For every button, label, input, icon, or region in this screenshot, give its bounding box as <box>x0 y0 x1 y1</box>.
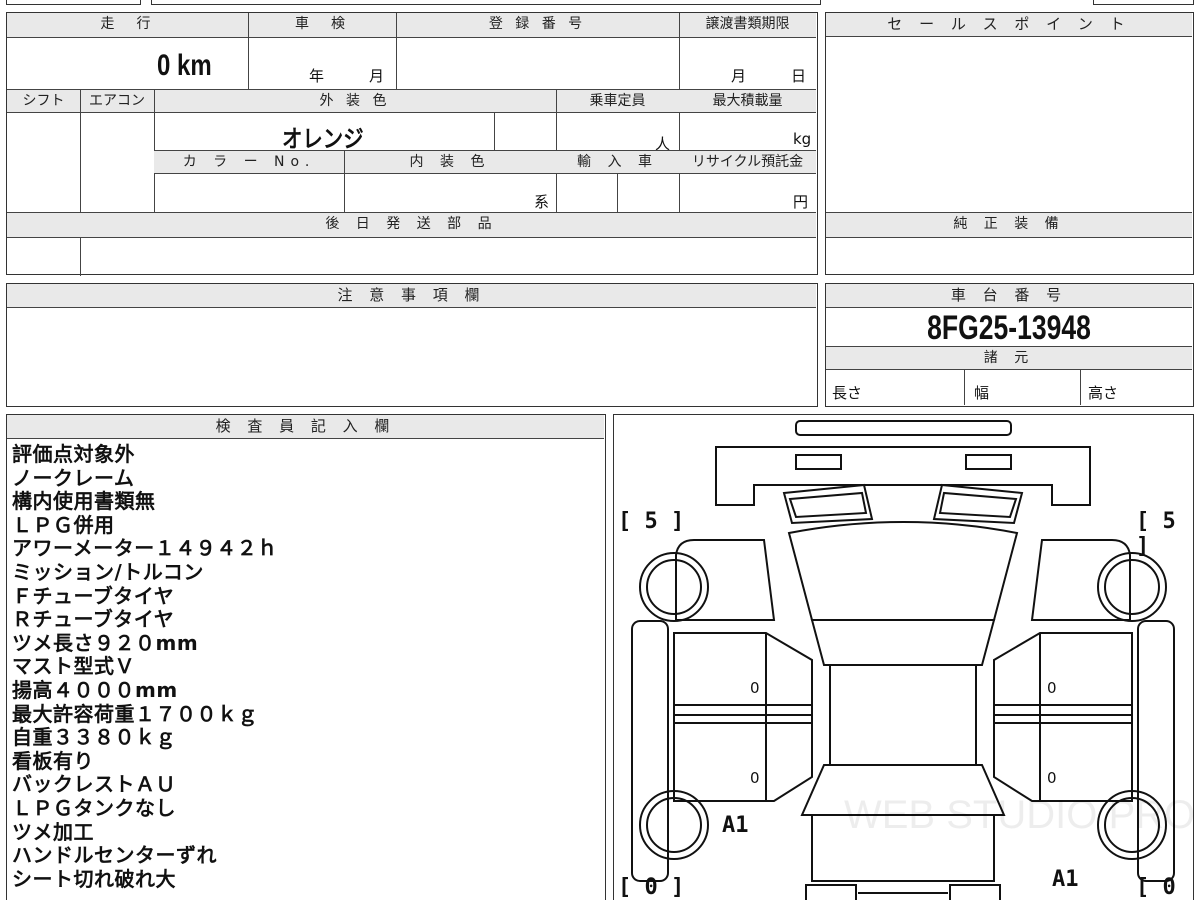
import-label: 輸 入 車 <box>556 151 679 173</box>
door-mark-front-left: 0 <box>750 679 760 697</box>
interior-color-label: 内 装 色 <box>344 151 556 173</box>
transfer-day: 日 <box>791 67 807 85</box>
inspector-note-line: ツメ長さ９２０mm <box>12 630 199 655</box>
inspector-note-line: 最大許容荷重１７００ｋｇ <box>12 701 258 726</box>
chassis-label: 車 台 番 号 <box>826 284 1192 308</box>
shift-label: シフト <box>7 90 80 112</box>
inspection-label: 車 検 <box>248 13 396 37</box>
chassis-number: 8FG25-13948 <box>927 309 1091 347</box>
odometer-label: 走 行 <box>7 13 248 37</box>
inspector-note-line: Ｒチューブタイヤ <box>12 607 175 632</box>
sales-point-box: セ ー ル ス ポ イ ン ト 純 正 装 備 <box>825 12 1194 275</box>
sales-point-label: セ ー ル ス ポ イ ン ト <box>826 13 1192 37</box>
later-parts-label: 後 日 発 送 部 品 <box>7 213 816 237</box>
chassis-box: 車 台 番 号 8FG25-13948 諸 元 長さ 幅 高さ <box>825 283 1194 407</box>
inspector-note-line: Ｆチューブタイヤ <box>12 583 175 608</box>
inspector-note-line: 構内使用書類無 <box>12 489 156 514</box>
exterior-color-value: オレンジ <box>282 126 364 153</box>
specs-label: 諸 元 <box>826 347 1192 369</box>
ac-label: エアコン <box>80 90 154 112</box>
inspector-note-line: ミッション/トルコン <box>12 559 204 584</box>
inspector-note-line: 自重３３８０ｋｇ <box>12 725 176 750</box>
tread-front-left: [ 5 ] <box>618 509 685 534</box>
capacity-label: 乗車定員 <box>556 90 679 112</box>
inspector-note-line: ツメ加工 <box>12 819 94 844</box>
inspector-note-line: ハンドルセンターずれ <box>12 843 217 868</box>
exterior-color-label: 外 装 色 <box>154 90 556 112</box>
inspector-note-line: ＬＰＧ併用 <box>12 512 115 537</box>
recycle-unit: 円 <box>793 193 809 211</box>
damage-code-right: A1 <box>1052 867 1079 892</box>
inspector-note-line: 揚高４０００mm <box>12 677 178 702</box>
inspector-notes-list: 評価点対象外 ノークレーム 構内使用書類無 ＬＰＧ併用 アワーメーター１４９４２ｈ ミッシ… <box>12 442 602 891</box>
inspection-month: 月 <box>369 67 385 85</box>
inspector-note-line: 看板有り <box>12 748 94 773</box>
vehicle-diagram-box: [ 5 ] [ 5 ] [ 0 ] [ 0 ] 0 0 0 0 A1 A1 WE… <box>613 414 1196 900</box>
vehicle-info-grid: 走 行 車 検 登 録 番 号 譲渡書類期限 0 km 年 月 月 日 シフト … <box>6 12 818 276</box>
door-mark-front-right: 0 <box>1047 679 1057 697</box>
inspector-note-line: シート切れ破れ大 <box>12 866 176 891</box>
inspector-note-line: アワーメーター１４９４２ｈ <box>12 536 278 561</box>
top-stub-row <box>6 0 1194 5</box>
inspector-note-line: マスト型式Ｖ <box>12 654 135 679</box>
notes-label: 注 意 事 項 欄 <box>7 284 816 308</box>
max-load-unit: kg <box>793 130 812 148</box>
damage-code-left: A1 <box>722 813 749 838</box>
inspector-note-line: ＬＰＧタンクなし <box>12 795 176 820</box>
width-label: 幅 <box>974 384 990 402</box>
transfer-deadline-label: 譲渡書類期限 <box>679 13 816 37</box>
door-mark-rear-right: 0 <box>1047 769 1057 787</box>
max-load-label: 最大積載量 <box>679 90 816 112</box>
notes-box: 注 意 事 項 欄 <box>6 283 818 407</box>
inspector-label: 検 査 員 記 入 欄 <box>7 415 604 439</box>
tread-rear-left: [ 0 ] <box>618 875 685 900</box>
odometer-value: 0 km <box>157 49 212 82</box>
recycle-label: リサイクル預託金 <box>679 151 816 173</box>
inspector-note-line: バックレストＡＵ <box>12 772 176 797</box>
watermark: WEB STUDIO PRO <box>844 793 1196 837</box>
inspector-note-line: 評価点対象外 <box>12 442 135 466</box>
length-label: 長さ <box>832 384 863 402</box>
inspector-note-line: ノークレーム <box>12 465 135 490</box>
color-no-label: カ ラ ー No. <box>154 151 344 173</box>
interior-unit: 系 <box>534 193 550 211</box>
genuine-equipment-label: 純 正 装 備 <box>826 213 1192 237</box>
transfer-month: 月 <box>731 67 747 85</box>
inspector-box: 検 査 員 記 入 欄 評価点対象外 ノークレーム 構内使用書類無 ＬＰＧ併用 アワーメ… <box>6 414 606 900</box>
tread-rear-right: [ 0 ] <box>1136 875 1176 900</box>
tread-front-right: [ 5 ] <box>1136 509 1176 559</box>
door-mark-rear-left: 0 <box>750 769 760 787</box>
registration-label: 登 録 番 号 <box>396 13 679 37</box>
inspection-year: 年 <box>309 67 325 85</box>
height-label: 高さ <box>1088 384 1119 402</box>
